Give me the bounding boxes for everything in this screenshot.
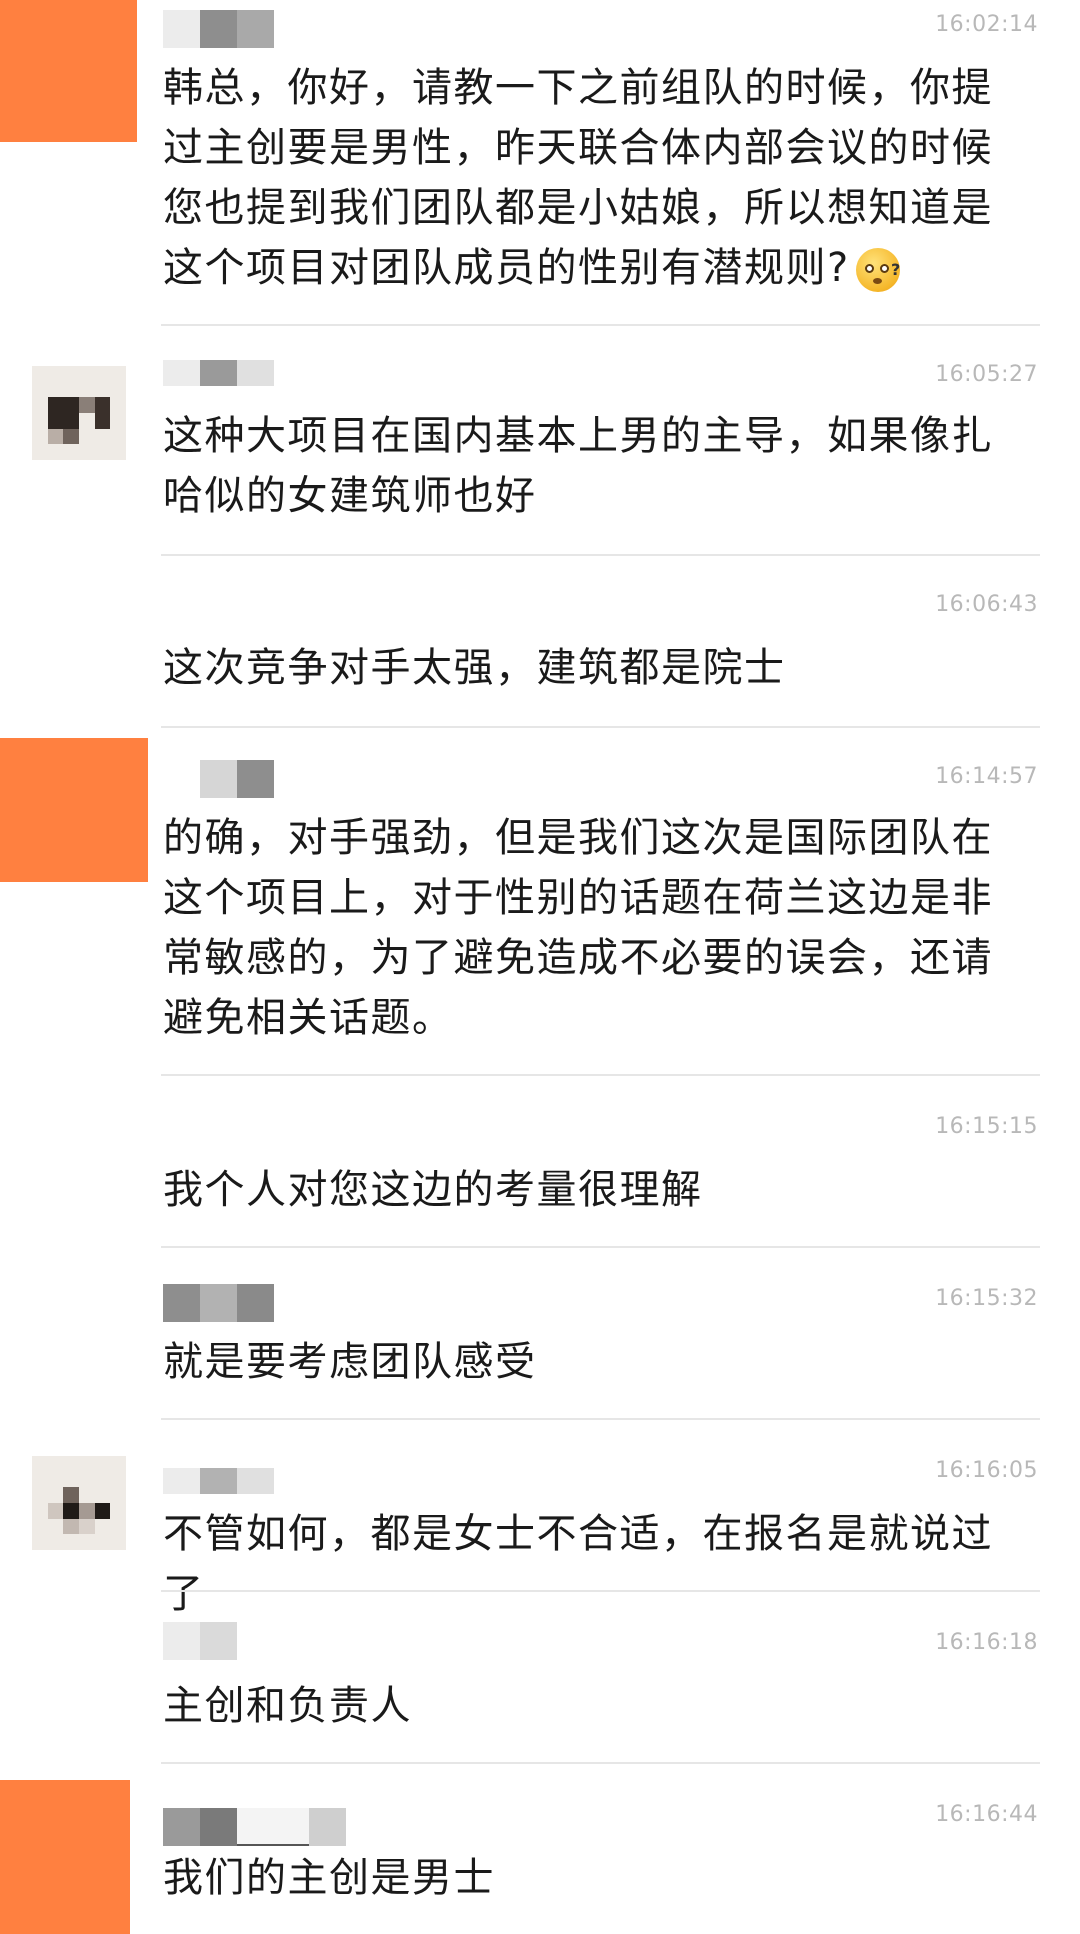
message-time: 16:06:43: [935, 592, 1038, 617]
message-time: 16:05:27: [935, 362, 1038, 387]
sender-name-redacted: [163, 1622, 237, 1660]
avatar[interactable]: [0, 0, 137, 142]
message-time: 16:14:57: [935, 764, 1038, 789]
sender-name-redacted: [163, 1284, 274, 1322]
message-text: 这种大项目在国内基本上男的主导，如果像扎哈似的女建筑师也好: [163, 413, 993, 519]
message-time: 16:15:15: [935, 1114, 1038, 1139]
message-item[interactable]: 16:16:18 主创和负责人: [0, 1592, 1080, 1764]
sender-name-redacted: [163, 360, 274, 386]
message-text: 就是要考虑团队感受: [163, 1339, 537, 1385]
message-text: 的确，对手强劲，但是我们这次是国际团队在这个项目上，对于性别的话题在荷兰这边是非…: [163, 815, 993, 1041]
message-time: 16:16:05: [935, 1458, 1038, 1483]
sender-name-redacted: [200, 760, 274, 798]
message-time: 16:15:32: [935, 1286, 1038, 1311]
sender-name-redacted: [163, 1468, 274, 1494]
message-item[interactable]: 16:14:57 的确，对手强劲，但是我们这次是国际团队在这个项目上，对于性别的…: [0, 728, 1080, 1076]
confused-face-icon: ?: [855, 248, 900, 292]
message-text: 韩总，你好，请教一下之前组队的时候，你提过主创要是男性，昨天联合体内部会议的时候…: [163, 65, 993, 292]
message-time: 16:16:18: [935, 1630, 1038, 1655]
sender-name-redacted: [163, 1808, 346, 1846]
avatar[interactable]: [0, 1780, 130, 1934]
message-text: 我个人对您这边的考量很理解: [163, 1167, 703, 1213]
sender-name-redacted: [163, 10, 274, 48]
message-item[interactable]: 16:15:15 我个人对您这边的考量很理解: [0, 1076, 1080, 1248]
message-divider: [161, 324, 1040, 326]
message-item[interactable]: 16:06:43 这次竞争对手太强，建筑都是院士: [0, 556, 1080, 728]
message-text: 主创和负责人: [163, 1683, 412, 1729]
message-item[interactable]: 16:15:32 就是要考虑团队感受: [0, 1248, 1080, 1420]
message-item[interactable]: 16:02:14 韩总，你好，请教一下之前组队的时候，你提过主创要是男性，昨天联…: [0, 0, 1080, 328]
message-text: 我们的主创是男士: [163, 1855, 495, 1901]
message-text: 这次竞争对手太强，建筑都是院士: [163, 645, 786, 691]
avatar[interactable]: [32, 1456, 126, 1550]
message-time: 16:16:44: [935, 1802, 1038, 1827]
message-item[interactable]: 16:16:44 我们的主创是男士: [0, 1764, 1080, 1934]
message-item[interactable]: 16:05:27 这种大项目在国内基本上男的主导，如果像扎哈似的女建筑师也好: [0, 328, 1080, 556]
message-item[interactable]: 16:16:05 不管如何，都是女士不合适，在报名是就说过了: [0, 1420, 1080, 1617]
avatar[interactable]: [32, 366, 126, 460]
message-time: 16:02:14: [935, 12, 1038, 37]
avatar[interactable]: [0, 738, 148, 882]
